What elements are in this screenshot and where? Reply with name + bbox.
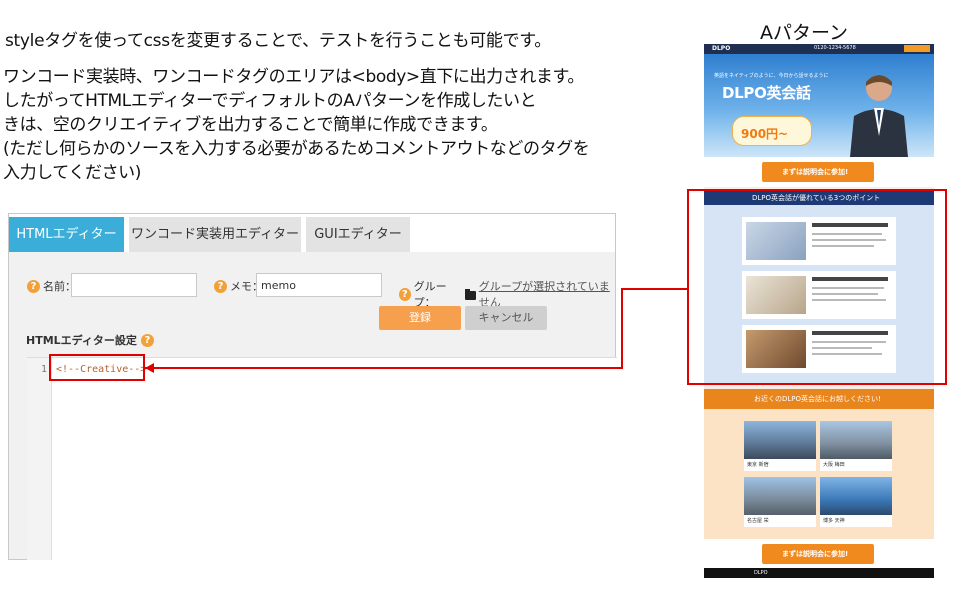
lp-cta-label: まずは説明会に参加! bbox=[782, 168, 849, 176]
help-icon[interactable]: ? bbox=[27, 279, 40, 293]
help-icon[interactable]: ? bbox=[399, 287, 411, 301]
lp-city-image bbox=[744, 477, 816, 515]
name-input[interactable] bbox=[71, 273, 197, 297]
lp-header: DLPO 0120-1234-5678 bbox=[704, 44, 934, 54]
lp-hero: 英語をネイティブのように、今日から話せるように DLPO英会話 900円~ bbox=[704, 54, 934, 157]
lp-school-section: お近くのDLPO英会話にお越しください! 東京 新宿 大阪 梅田 名古屋 栄 博… bbox=[704, 389, 934, 539]
help-icon[interactable]: ? bbox=[214, 279, 227, 293]
memo-input[interactable] bbox=[256, 273, 382, 297]
settings-label: HTMLエディター設定 bbox=[26, 334, 137, 347]
lp-school-header: お近くのDLPO英会話にお越しください! bbox=[704, 389, 934, 409]
lp-cta-label: まずは説明会に参加! bbox=[782, 550, 849, 558]
lp-footer: DLPO bbox=[704, 568, 934, 578]
lp-city-image bbox=[820, 477, 892, 515]
pattern-title: Aパターン bbox=[760, 22, 849, 44]
lp-price-badge: 900円~ bbox=[732, 116, 812, 146]
paragraph-line: したがってHTMLエディターでディフォルトのAパターンを作成したいと bbox=[3, 91, 537, 111]
help-icon[interactable]: ? bbox=[140, 333, 154, 347]
lp-logo: DLPO bbox=[712, 45, 731, 52]
lp-hero-subtitle: 英語をネイティブのように、今日から話せるように bbox=[714, 73, 829, 79]
paragraph-line: 入力してください) bbox=[3, 163, 142, 183]
lp-city-image bbox=[744, 421, 816, 459]
folder-icon bbox=[465, 288, 476, 300]
lp-city-card[interactable]: 名古屋 栄 bbox=[744, 477, 816, 527]
editor-tabs: HTMLエディター ワンコード実装用エディター GUIエディター bbox=[9, 214, 615, 252]
line-number: 1 bbox=[27, 358, 52, 560]
tab-html-editor[interactable]: HTMLエディター bbox=[9, 217, 124, 252]
form-row: ? 名前： ? メモ： ? グループ： グループが選択されていません bbox=[9, 272, 615, 309]
html-editor-panel: HTMLエディター ワンコード実装用エディター GUIエディター ? 名前： ?… bbox=[8, 213, 617, 560]
lp-highlight-box bbox=[687, 189, 947, 385]
lp-school-title: お近くのDLPO英会話にお越しください! bbox=[754, 395, 881, 403]
cancel-button[interactable]: キャンセル bbox=[465, 306, 547, 330]
lp-cta-button[interactable]: まずは説明会に参加! bbox=[762, 162, 874, 182]
lp-city-card[interactable]: 東京 新宿 bbox=[744, 421, 816, 471]
lp-city-card[interactable]: 博多 天神 bbox=[820, 477, 892, 527]
lp-cta-button[interactable]: まずは説明会に参加! bbox=[762, 544, 874, 564]
connector-line bbox=[621, 288, 623, 369]
save-button[interactable]: 登録 bbox=[379, 306, 461, 330]
connector-line bbox=[145, 367, 623, 369]
lp-price: 900円~ bbox=[741, 127, 789, 141]
code-highlight-box bbox=[49, 354, 145, 381]
lp-city-label: 東京 新宿 bbox=[747, 462, 769, 468]
intro-text: styleタグを使ってcssを変更することで、テストを行うことも可能です。 bbox=[5, 31, 551, 51]
lp-hero-person-image bbox=[850, 75, 908, 157]
arrow-head-icon bbox=[145, 363, 154, 373]
lp-footer-text: DLPO bbox=[754, 570, 768, 576]
lp-city-card[interactable]: 大阪 梅田 bbox=[820, 421, 892, 471]
connector-line bbox=[621, 288, 687, 290]
lp-tel: 0120-1234-5678 bbox=[814, 45, 856, 51]
paragraph-line: きは、空のクリエイティブを出力することで簡単に作成できます。 bbox=[3, 115, 498, 135]
code-editor[interactable]: 1 <!--Creative--> bbox=[27, 357, 617, 560]
lp-footer-cta-strip: まずは説明会に参加! bbox=[704, 539, 934, 568]
tab-onecode-editor[interactable]: ワンコード実装用エディター bbox=[129, 217, 301, 252]
tab-gui-editor[interactable]: GUIエディター bbox=[306, 217, 410, 252]
lp-cta-strip: まずは説明会に参加! bbox=[704, 157, 934, 187]
lp-city-label: 博多 天神 bbox=[823, 518, 845, 524]
explanation-paragraph: ワンコード実装時、ワンコードタグのエリアは<body>直下に出力されます。 した… bbox=[3, 65, 673, 185]
lp-city-image bbox=[820, 421, 892, 459]
paragraph-line: ワンコード実装時、ワンコードタグのエリアは<body>直下に出力されます。 bbox=[3, 67, 585, 87]
lp-hero-title: DLPO英会話 bbox=[722, 84, 811, 102]
lp-header-cta bbox=[904, 45, 930, 52]
paragraph-line: (ただし何らかのソースを入力する必要があるためコメントアウトなどのタグを bbox=[3, 139, 590, 159]
lp-city-label: 名古屋 栄 bbox=[747, 518, 769, 524]
lp-city-label: 大阪 梅田 bbox=[823, 462, 845, 468]
editor-settings-heading: HTMLエディター設定 ? bbox=[26, 332, 154, 348]
